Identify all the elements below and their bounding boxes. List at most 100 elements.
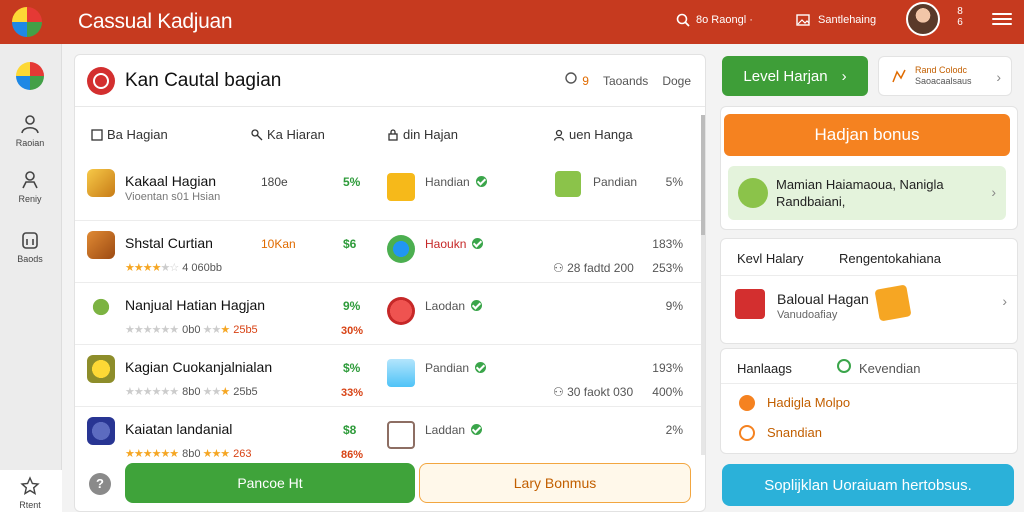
chart-icon [892,69,906,83]
chevron-right-icon: › [841,67,847,85]
row-percent: $6 [343,237,357,251]
top-bar: Cassual Kadjuan 8o Raongl · Santlehaing … [0,0,1024,44]
column-header-4[interactable]: uen Hanga [553,127,633,142]
top-gallery-button[interactable]: Santlehaing [786,6,892,34]
promo-card[interactable]: Mamian Haiamaoua, Nanigla Randbaiani, › [728,166,1006,220]
header-actions: 9 Taoands Doge [564,71,691,90]
avatar[interactable] [906,2,940,36]
table-row[interactable]: Kakaal Hagian Vioentan s01 Hsian 180e 5%… [75,159,701,221]
header-search-icon[interactable] [564,71,580,90]
game-thumbnail [87,231,115,259]
row-percent: 9% [343,299,361,313]
row-status: Laodan [425,299,483,313]
row-right-value: 2% [665,423,683,437]
app-title: Cassual Kadjuan [78,10,233,33]
rail-logo[interactable] [16,62,44,90]
main-header: Kan Cautal bagian 9 Taoands Doge [75,55,705,107]
header-link-taoands[interactable]: Taoands [603,74,648,88]
section-title: Kevl Halary [737,251,804,266]
check-icon [471,300,483,311]
rating-stars: ★★★★★☆ 4 060bb [125,262,222,274]
user-icon [553,129,565,141]
level-button[interactable]: Level Harjan › [722,56,868,96]
globe-icon [387,235,415,263]
rail-item-label: Baods [17,254,43,264]
top-card-line1: Rand Colodc [915,65,968,75]
list-item[interactable]: Snandian [767,425,822,440]
rail-item-raoian[interactable]: Raoian [0,114,60,148]
section-title: Hanlaags [737,361,792,376]
bottom-action-button[interactable]: Soplijklan Uoraiuam hertobsus. [722,464,1014,506]
level-button-label: Level Harjan [743,67,828,85]
scrollbar[interactable] [701,115,705,455]
person-icon [21,115,39,134]
row-users: ⚇ 30 faokt 030 [553,385,634,399]
rating-stars: ★★★★★★ 8b0 ★★★ 263 [125,448,252,460]
rail-item-label: Raoian [15,138,45,148]
header-link-doge[interactable]: Doge [662,74,691,88]
cup-icon [387,359,415,387]
table-row[interactable]: Nanjual Hatian Hagjan ★★★★★★ 0b0 ★★★ 25b5 … [75,283,701,345]
rating-stars: ★★★★★★ 8b0 ★★★ 25b5 [125,386,258,398]
row-percent: 5% [343,175,361,189]
hamburger-menu-icon[interactable] [992,10,1012,30]
check-icon [475,362,487,373]
row-name: Shstal Curtian [125,235,213,251]
key-icon [251,128,263,140]
row-percent-2: 33% [341,387,364,399]
chevron-right-icon: › [1002,293,1007,309]
square-icon [91,128,103,141]
list-item[interactable]: Hadigla Molpo [767,395,850,410]
bonus-button[interactable]: Lary Bonmus [419,463,691,503]
row-right-label: Pandian [593,175,638,189]
star-badge-icon [387,173,415,201]
count-sub: 6 [957,17,963,28]
main-panel: Kan Cautal bagian 9 Taoands Doge Ba Hagi… [74,54,706,512]
row-status: Pandian [425,361,487,375]
left-rail: Raoian Reniy Baods Rtent [0,44,62,512]
table-row[interactable]: Kagian Cuokanjalnialan ★★★★★★ 8b0 ★★★ 25b5… [75,345,701,407]
help-icon[interactable]: ? [89,473,111,495]
row-right-value: 5% [665,175,683,189]
image-icon [796,14,810,26]
check-icon [471,424,483,435]
row-percent: $% [343,361,361,375]
promo-line1: Mamian Haiamaoua, Nanigla [776,177,944,192]
rail-item-reniy[interactable]: Reniy [0,170,60,204]
row-percent-2: 30% [341,325,364,337]
column-header-3[interactable]: din Hajan [387,127,458,142]
promo-line2: Randbaiani, [776,194,846,209]
top-search-button[interactable]: 8o Raongl · [662,6,774,34]
table-row[interactable]: Kaiatan landanial ★★★★★★ 8b0 ★★★ 263 $8 86… [75,407,701,469]
status-panel: Hanlaags Kevendian Hadigla Molpo Snandia… [720,348,1018,454]
search-icon [676,13,690,27]
column-header-2[interactable]: Ka Hiaran [251,127,325,142]
section-option[interactable]: Kevendian [859,361,920,376]
primary-action-button[interactable]: Pancoe Ht [125,463,415,503]
top-info-card[interactable]: Rand Colodc Saoacaalsaus › [878,56,1012,96]
rail-item-baods[interactable]: Baods [0,230,60,264]
table-row[interactable]: Shstal Curtian ★★★★★☆ 4 060bb 10Kan $6 Ha… [75,221,701,283]
top-search-label: 8o Raongl · [696,14,753,26]
row-name: Kaiatan landanial [125,421,233,437]
item-sub: Vanudoafiay [777,309,838,321]
card-icon [874,284,912,322]
app-logo[interactable] [12,7,42,37]
radio-icon[interactable] [837,359,851,373]
column-header-1[interactable]: Ba Hagian [91,127,168,142]
game-thumbnail [87,417,115,445]
person-outline-icon [22,171,38,189]
chevron-right-icon: › [996,69,1001,85]
row-percent-2: 86% [341,449,364,461]
row-name: Nanjual Hatian Hagjan [125,297,266,313]
notification-count[interactable]: 86 [950,6,970,28]
rail-item-rtent[interactable]: Rtent [0,470,62,512]
rating-stars: ★★★★★★ 0b0 ★★★ 25b5 [125,324,258,336]
row-name: Kakaal Hagian [125,173,217,189]
item-title: Baloual Hagan [777,291,869,307]
bonus-main-button[interactable]: Hadjan bonus [724,114,1010,156]
column-header-label: Ba Hagian [107,127,168,142]
row-right-value: 9% [665,299,683,313]
clock-icon [739,425,755,441]
section-subtitle[interactable]: Rengentokahiana [839,251,941,266]
